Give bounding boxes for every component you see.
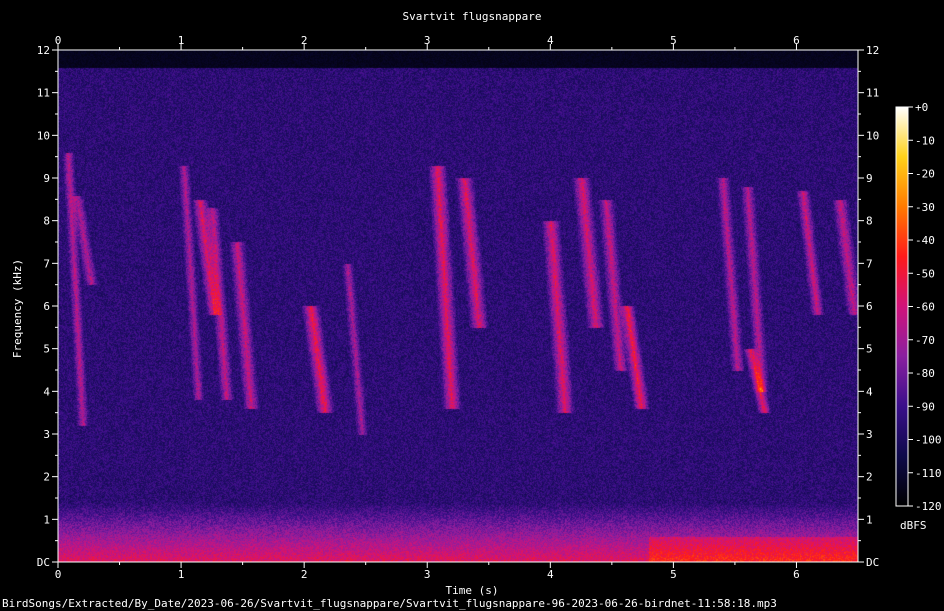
x-tick-label-top: 1: [178, 34, 185, 47]
file-path-caption: BirdSongs/Extracted/By_Date/2023-06-26/S…: [2, 597, 777, 610]
y-tick-label-right: 6: [866, 300, 873, 313]
colorbar-tick-label: -70: [915, 334, 935, 347]
x-tick-label-bottom: 5: [670, 568, 677, 581]
colorbar-tick-label: -30: [915, 201, 935, 214]
colorbar-tick-label: -80: [915, 367, 935, 380]
y-tick-label-left: 11: [37, 87, 50, 100]
y-tick-label-right: 9: [866, 172, 873, 185]
spectrogram-figure: Svartvit flugsnappare 0 0 1 1 2 2 3 3 4 4 5 5 6 6 DC DC…: [0, 0, 944, 611]
x-tick-label-top: 4: [547, 34, 554, 47]
y-tick-label-right: 7: [866, 257, 873, 270]
y-tick-label-left: 9: [43, 172, 50, 185]
x-tick-label-top: 6: [793, 34, 800, 47]
y-tick-label-right: 12: [866, 44, 879, 57]
x-tick-label-bottom: 0: [55, 568, 62, 581]
y-tick-label-right: 3: [866, 428, 873, 441]
x-tick-label-top: 3: [424, 34, 431, 47]
x-tick-label-bottom: 6: [793, 568, 800, 581]
x-tick-label-top: 2: [301, 34, 308, 47]
colorbar-unit-label: dBFS: [900, 519, 927, 532]
y-tick-label-right: 5: [866, 343, 873, 356]
colorbar: +0 -10 -20 -30 -40 -50 -60 -70 -80 -90 -100 -110 -12…: [895, 101, 942, 513]
y-tick-label-left: 5: [43, 343, 50, 356]
y-tick-label-left: 4: [43, 385, 50, 398]
y-tick-label-left: 7: [43, 257, 50, 270]
colorbar-tick-label: -10: [915, 134, 935, 147]
x-tick-label-bottom: 4: [547, 568, 554, 581]
x-tick-label-bottom: 1: [178, 568, 185, 581]
y-axis-label: Frequency (kHz): [11, 258, 24, 359]
colorbar-tick-label: -40: [915, 234, 935, 247]
colorbar-tick-label: -20: [915, 168, 935, 181]
y-tick-label-left: 10: [37, 129, 50, 142]
y-tick-label-left: 8: [43, 215, 50, 228]
y-tick-label-right: DC: [866, 556, 879, 569]
y-tick-label-left: 1: [43, 513, 50, 526]
colorbar-tick-label: -60: [915, 301, 935, 314]
y-tick-label-right: 1: [866, 513, 873, 526]
colorbar-tick-label: -100: [915, 434, 942, 447]
y-tick-label-right: 2: [866, 471, 873, 484]
y-tick-label-left: 3: [43, 428, 50, 441]
spectrogram-heatmap: [58, 50, 858, 562]
spectrogram-plot: 00112233445566DC DC1 12 23 34 45 56 67 78 89 910 10…: [37, 34, 942, 581]
colorbar-tick-label: -50: [915, 267, 935, 280]
x-tick-label-bottom: 2: [301, 568, 308, 581]
x-tick-label-bottom: 3: [424, 568, 431, 581]
y-tick-label-left: 6: [43, 300, 50, 313]
x-tick-label-top: 0: [55, 34, 62, 47]
y-tick-label-left: 2: [43, 471, 50, 484]
colorbar-tick-label: -120: [915, 500, 942, 513]
colorbar-tick-label: -90: [915, 400, 935, 413]
x-axis-label: Time (s): [445, 584, 499, 597]
y-tick-label-right: 10: [866, 129, 879, 142]
spectrogram-raster: [58, 50, 858, 562]
colorbar-tick-label: -110: [915, 467, 942, 480]
y-tick-label-right: 4: [866, 385, 873, 398]
y-tick-label-right: 11: [866, 87, 879, 100]
colorbar-gradient: [896, 107, 908, 506]
y-tick-label-left: DC: [37, 556, 50, 569]
x-tick-label-top: 5: [670, 34, 677, 47]
y-tick-label-right: 8: [866, 215, 873, 228]
y-tick-label-left: 12: [37, 44, 50, 57]
colorbar-tick-label: +0: [915, 101, 928, 114]
